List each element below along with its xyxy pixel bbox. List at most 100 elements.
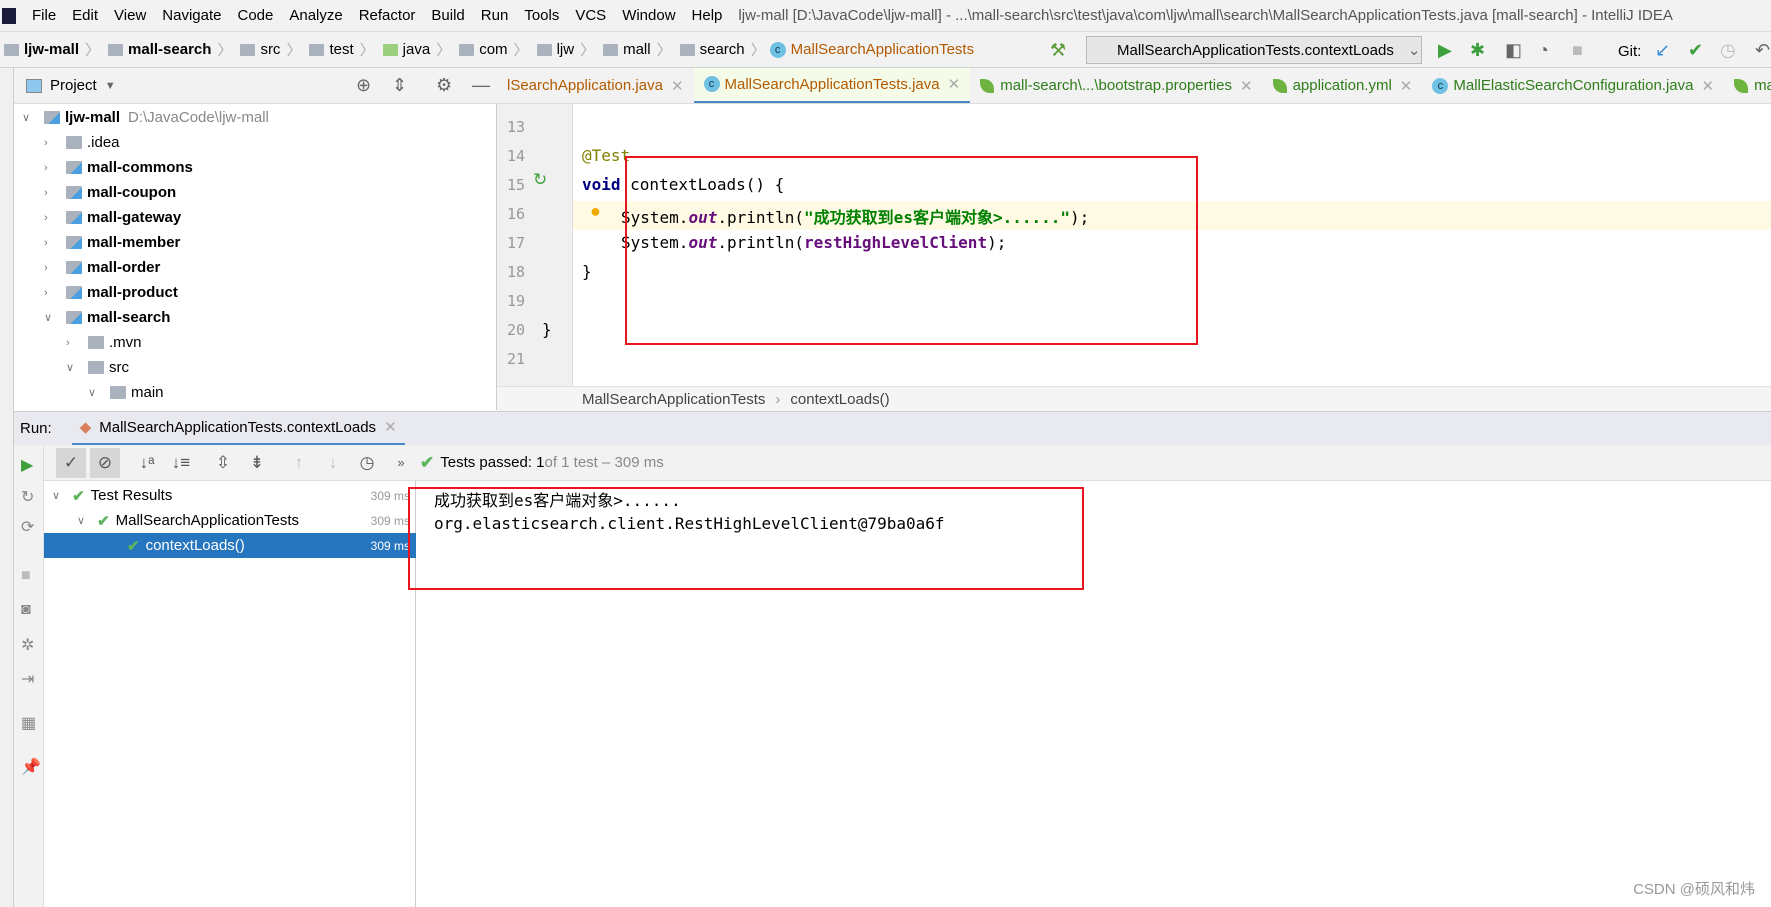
menu-navigate[interactable]: Navigate [162,7,221,24]
run-configuration-select[interactable]: MallSearchApplicationTests.contextLoads ⌄ [1086,36,1422,64]
project-title[interactable]: Project [50,77,97,94]
tree-row-mallmember[interactable]: › mall-member [44,230,180,255]
close-icon[interactable]: ✕ [948,75,961,93]
debug-icon[interactable]: ✱ [1470,40,1485,61]
close-icon[interactable]: ✕ [384,418,397,436]
menu-build[interactable]: Build [431,7,464,24]
menu-run[interactable]: Run [481,7,509,24]
menu-tools[interactable]: Tools [524,7,559,24]
close-icon[interactable]: ✕ [1240,77,1253,95]
build-hammer-icon[interactable]: ⚒ [1050,40,1066,61]
close-icon[interactable]: ✕ [1701,77,1714,95]
layout-icon[interactable]: ▦ [21,713,36,733]
menu-code[interactable]: Code [237,7,273,24]
expand-all-icon[interactable]: ⇳ [208,448,238,478]
locate-icon[interactable]: ⊕ [356,75,371,96]
run-tab[interactable]: ◆ MallSearchApplicationTests.contextLoad… [71,412,405,446]
sort-alpha-icon[interactable]: ↓ᵃ [132,448,162,478]
tree-row-src[interactable]: ∨ src [66,355,129,380]
stop-icon[interactable]: ■ [1572,40,1583,61]
editor-crumb-class[interactable]: MallSearchApplicationTests [582,391,765,408]
row-label: MallSearchApplicationTests [115,512,300,529]
coverage-icon[interactable]: ◧ [1505,40,1522,61]
tree-row-mallcoupon[interactable]: › mall-coupon [44,180,176,205]
git-commit-icon[interactable]: ✔ [1688,40,1703,61]
tree-row-mallorder[interactable]: › mall-order [44,255,160,280]
folder-icon [66,261,82,274]
menu-vcs[interactable]: VCS [575,7,606,24]
chevron-down-icon: ∨ [88,387,97,399]
collapse-all-icon[interactable]: ⇕ [392,75,407,96]
tree-row-mallcommons[interactable]: › mall-commons [44,155,193,180]
stop-icon[interactable]: ■ [21,567,31,585]
test-results-tree: ∨ ✔ Test Results 309 ms ∨ ✔ MallSearchApplica… [44,481,416,907]
line-number: 19 [507,292,526,310]
tree-row-root[interactable]: ∨ ljw-mall D:\JavaCode\ljw-mall [22,105,269,130]
collapse-all-icon[interactable]: ⇟ [242,448,272,478]
git-history-icon[interactable]: ◷ [1720,40,1736,61]
editor-tab[interactable]: lSearchApplication.java ✕ [497,68,694,103]
tree-row-idea[interactable]: › .idea [44,130,120,155]
menu-view[interactable]: View [114,7,146,24]
row-label: mall-member [87,234,181,251]
tree-row-test-method[interactable]: ✔ contextLoads() 309 ms [44,533,416,558]
crumb-test[interactable]: test 〉 [305,39,375,60]
tree-row-main[interactable]: ∨ main [88,380,164,405]
crumb-ljw[interactable]: ljw 〉 [533,39,595,60]
rerun-icon[interactable]: ▶ [21,455,33,475]
menu-window[interactable]: Window [622,7,675,24]
history-icon[interactable]: ◷ [352,448,382,478]
close-icon[interactable]: ✕ [1400,77,1413,95]
editor-tab[interactable]: mall-search\...\bootstrap.properties ✕ [970,68,1262,103]
crumb-search[interactable]: search 〉 [676,39,766,60]
show-ignored-icon[interactable]: ⊘ [90,447,120,478]
run-test-gutter-icon[interactable]: ↻ [533,170,547,190]
crumb-project[interactable]: ljw-mall 〉 [0,39,100,60]
chevron-down-icon[interactable]: ▼ [105,80,116,92]
code-line-20: } [542,320,552,339]
crumb-java[interactable]: java 〉 [379,39,451,60]
git-rollback-icon[interactable]: ↶ [1755,40,1770,61]
next-icon[interactable]: ↓ [318,448,348,478]
lightbulb-icon[interactable]: ● [590,201,601,222]
tree-row-test-class[interactable]: ∨ ✔ MallSearchApplicationTests 309 ms [44,508,416,533]
close-icon[interactable]: ✕ [671,77,684,95]
show-passed-icon[interactable]: ✓ [56,447,86,478]
menu-help[interactable]: Help [692,7,723,24]
crumb-com[interactable]: com 〉 [455,39,529,60]
git-update-icon[interactable]: ↙ [1655,40,1670,61]
run-icon[interactable]: ▶ [1438,40,1452,61]
editor-crumb-method[interactable]: contextLoads() [790,391,889,408]
screenshot-icon[interactable]: ◙ [21,601,31,619]
tree-row-mallsearch[interactable]: ∨ mall-search [44,305,170,330]
tree-row-mallgateway[interactable]: › mall-gateway [44,205,181,230]
editor-tab[interactable]: application.yml ✕ [1263,68,1423,103]
menu-file[interactable]: File [32,7,56,24]
crumb-src[interactable]: src 〉 [236,39,301,60]
pin-icon[interactable]: 📌 [21,757,41,777]
hide-icon[interactable]: — [472,75,490,96]
profile-icon[interactable]: ◔ [1538,40,1549,61]
crumb-module[interactable]: mall-search 〉 [104,39,232,60]
more-icon[interactable]: » [386,448,416,478]
crumb-mall[interactable]: mall 〉 [599,39,672,60]
previous-icon[interactable]: ↑ [284,448,314,478]
menu-edit[interactable]: Edit [72,7,98,24]
settings-icon[interactable]: ✲ [21,635,34,655]
gear-icon[interactable]: ⚙ [436,75,452,96]
menu-analyze[interactable]: Analyze [289,7,342,24]
editor-tab[interactable]: mal [1724,68,1771,103]
crumb-class[interactable]: c MallSearchApplicationTests [769,41,974,58]
toggle-auto-test-icon[interactable]: ⟳ [21,517,34,537]
chevron-right-icon: › [44,236,48,249]
highlight-box-code [625,156,1198,345]
tree-row-test-results[interactable]: ∨ ✔ Test Results 309 ms [44,483,416,508]
editor-tab[interactable]: c MallSearchApplicationTests.java ✕ [693,68,971,103]
rerun-failed-icon[interactable]: ↻ [21,487,34,507]
editor-tab[interactable]: c MallElasticSearchConfiguration.java ✕ [1422,68,1724,103]
import-icon[interactable]: ⇥ [21,669,34,689]
tree-row-mvn[interactable]: › .mvn [66,330,142,355]
menu-refactor[interactable]: Refactor [359,7,416,24]
tree-row-mallproduct[interactable]: › mall-product [44,280,178,305]
sort-duration-icon[interactable]: ↓≡ [166,448,196,478]
